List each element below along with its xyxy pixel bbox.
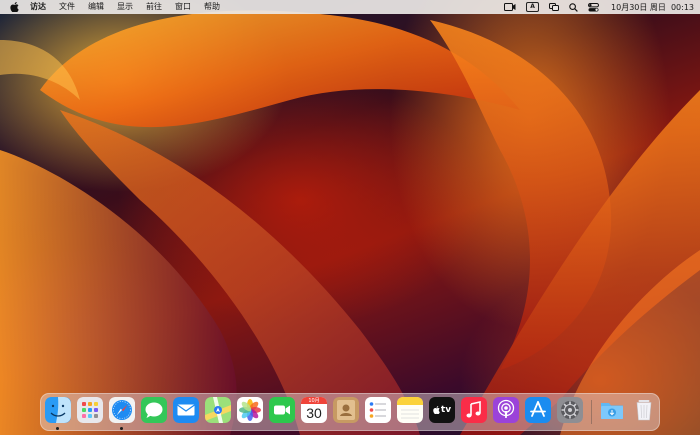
menu-bar: 访达 文件 编辑 显示 前往 窗口 帮助 A 10月30日 周日 00:13 [0,0,700,14]
menu-help[interactable]: 帮助 [204,0,220,14]
music-icon[interactable] [461,397,487,423]
contacts-icon[interactable] [333,397,359,423]
reminders-icon[interactable] [365,397,391,423]
menu-window[interactable]: 窗口 [175,0,191,14]
messages-icon[interactable] [141,397,167,423]
menu-time[interactable]: 00:13 [671,3,694,12]
spotlight-search-icon[interactable] [569,2,578,12]
menu-view[interactable]: 显示 [117,0,133,14]
calendar-day: 30 [306,405,322,421]
screen-record-icon[interactable] [504,3,516,11]
apple-tv-icon[interactable]: tv [429,397,455,423]
calendar-icon[interactable]: 10月 30 [301,397,327,423]
system-settings-icon[interactable] [557,397,583,423]
photos-icon[interactable] [237,397,263,423]
control-center-icon[interactable] [588,2,600,12]
input-method-icon[interactable]: A [526,2,540,12]
notes-icon[interactable] [397,397,423,423]
launchpad-icon[interactable] [77,397,103,423]
mail-icon[interactable] [173,397,199,423]
wallpaper-waves [0,10,700,435]
tv-label: tv [440,405,452,415]
menu-bar-right: A 10月30日 周日 00:13 [494,0,700,14]
menu-app-name[interactable]: 访达 [30,0,46,14]
finder-icon[interactable] [45,397,71,423]
apple-logo-icon[interactable] [10,2,20,12]
trash-icon[interactable] [631,397,657,423]
input-method-label: A [526,2,540,12]
finder-running-indicator [56,427,59,430]
screen-mirroring-icon[interactable] [549,3,560,11]
calendar-month: 10月 [308,398,320,404]
facetime-icon[interactable] [269,397,295,423]
desktop-wallpaper [0,0,700,435]
safari-running-indicator [120,427,123,430]
menu-edit[interactable]: 编辑 [88,0,104,14]
podcasts-icon[interactable] [493,397,519,423]
dock: 10月 30 tv [40,393,660,431]
menu-date[interactable]: 10月30日 周日 [611,2,666,13]
dock-separator [591,400,592,424]
menu-go[interactable]: 前往 [146,0,162,14]
safari-icon[interactable] [109,397,135,423]
tv-apple-logo-icon [433,406,440,414]
menu-file[interactable]: 文件 [59,0,75,14]
menu-bar-left: 访达 文件 编辑 显示 前往 窗口 帮助 [0,0,233,14]
maps-icon[interactable] [205,397,231,423]
downloads-folder-icon[interactable] [599,397,625,423]
calendar-header: 10月 [301,397,327,404]
app-store-icon[interactable] [525,397,551,423]
